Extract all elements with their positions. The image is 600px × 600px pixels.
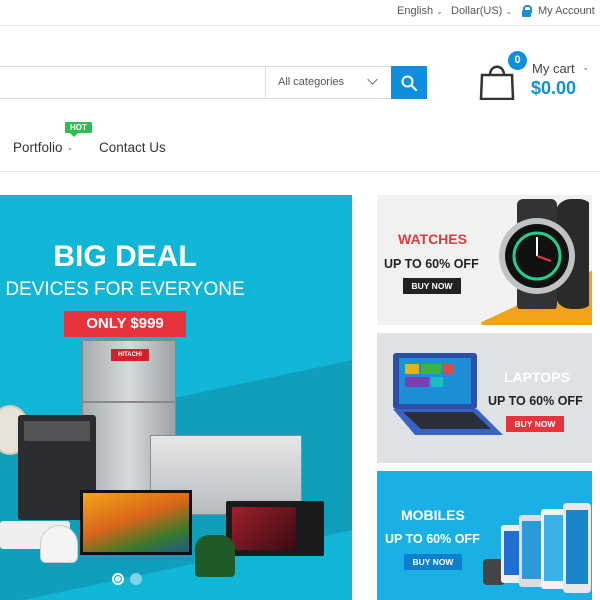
banner-offer: UP TO 60% OFF bbox=[384, 257, 479, 271]
nav-item-portfolio[interactable]: Portfolio ⌄ bbox=[13, 140, 73, 155]
buy-now-button[interactable]: BUY NOW bbox=[506, 416, 564, 432]
rice-cooker-image bbox=[40, 525, 78, 563]
currency-selector[interactable]: Dollar(US) ⌄ bbox=[451, 5, 512, 17]
my-account-label: My Account bbox=[538, 5, 595, 17]
banner-title: MOBILES bbox=[401, 507, 465, 523]
hero-title: BIG DEAL bbox=[53, 240, 197, 273]
slider-dot-1[interactable] bbox=[112, 573, 124, 585]
laptops-banner[interactable]: LAPTOPS UP TO 60% OFF BUY NOW bbox=[377, 333, 592, 463]
microwave-image bbox=[226, 501, 324, 556]
nav-item-label: Contact Us bbox=[99, 140, 166, 155]
category-select[interactable]: All categories bbox=[265, 67, 391, 98]
chevron-down-icon: ⌄ bbox=[582, 62, 590, 72]
lock-icon bbox=[521, 5, 532, 17]
currency-label: Dollar(US) bbox=[451, 5, 503, 17]
buy-now-button[interactable]: BUY NOW bbox=[403, 278, 461, 294]
chevron-down-icon: ⌄ bbox=[436, 6, 443, 16]
hot-badge: HOT bbox=[65, 122, 92, 137]
banner-offer: UP TO 60% OFF bbox=[488, 394, 583, 408]
nav-item-label: Portfolio bbox=[13, 140, 63, 155]
chevron-down-icon bbox=[367, 74, 378, 85]
chevron-down-icon: ⌄ bbox=[66, 143, 74, 152]
language-selector[interactable]: English ⌄ bbox=[397, 5, 443, 17]
washer-lid bbox=[24, 421, 90, 441]
hero-subtitle: DEVICES FOR EVERYONE bbox=[5, 279, 245, 300]
hero-slider[interactable]: BIG DEAL DEVICES FOR EVERYONE ONLY $999 … bbox=[0, 195, 352, 600]
search-bar: All categories bbox=[0, 66, 427, 99]
language-label: English bbox=[397, 5, 434, 17]
watches-banner[interactable]: WATCHES UP TO 60% OFF BUY NOW bbox=[377, 195, 592, 325]
banner-title: LAPTOPS bbox=[504, 369, 570, 385]
microwave-door bbox=[232, 507, 296, 550]
top-bar: English ⌄ Dollar(US) ⌄ My Account bbox=[0, 0, 600, 26]
slider-dot-2[interactable] bbox=[130, 573, 142, 585]
banner-title: WATCHES bbox=[398, 231, 467, 247]
my-account-link[interactable]: My Account bbox=[521, 5, 595, 17]
slider-pagination bbox=[112, 573, 142, 585]
cart-total: $0.00 bbox=[531, 78, 577, 98]
tv-screen bbox=[83, 493, 189, 552]
smartwatch-image bbox=[499, 199, 589, 309]
television-image bbox=[80, 490, 192, 555]
buy-now-button[interactable]: BUY NOW bbox=[404, 554, 462, 570]
cart-count-badge: 0 bbox=[508, 51, 527, 70]
search-icon bbox=[401, 75, 417, 91]
fridge-door-line bbox=[83, 401, 175, 403]
chevron-down-icon: ⌄ bbox=[505, 6, 513, 16]
smartphones-image bbox=[483, 503, 591, 593]
nav-item-contact-us[interactable]: Contact Us bbox=[99, 140, 166, 155]
laptop-image bbox=[393, 353, 503, 435]
search-button[interactable] bbox=[391, 66, 427, 99]
banner-offer: UP TO 60% OFF bbox=[385, 532, 480, 546]
cart-label: My cart bbox=[532, 61, 575, 76]
vacuum-cleaner-image bbox=[195, 535, 235, 577]
hero-price-tag: ONLY $999 bbox=[64, 311, 186, 337]
fridge-brand-logo: HITACHI bbox=[111, 349, 149, 361]
mini-cart[interactable]: 0 My cart ⌄ $0.00 bbox=[478, 51, 600, 104]
main-nav: HOT Portfolio ⌄ Contact Us bbox=[0, 120, 600, 172]
category-label: All categories bbox=[278, 76, 345, 88]
mobiles-banner[interactable]: MOBILES UP TO 60% OFF BUY NOW bbox=[377, 471, 592, 600]
search-input[interactable] bbox=[0, 67, 265, 98]
